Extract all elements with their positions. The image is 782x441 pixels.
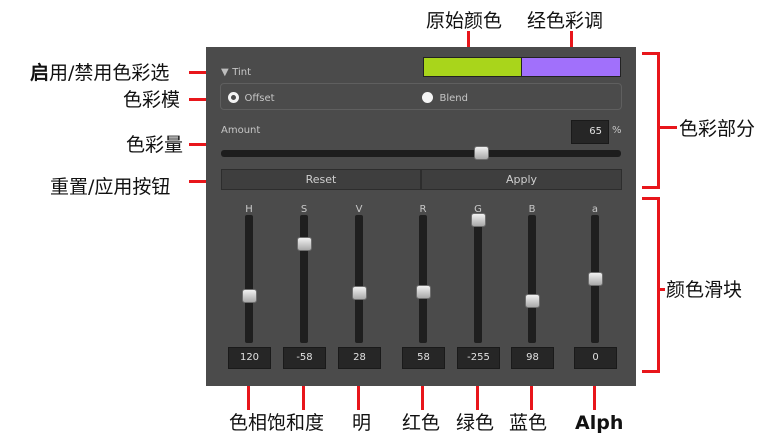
slider-b-label: B — [528, 204, 536, 215]
slider-h-track[interactable] — [245, 215, 253, 343]
amount-slider-track[interactable] — [221, 150, 621, 157]
green-annotation: 绿色 — [456, 412, 495, 434]
slider-a-value-field[interactable]: 0 — [574, 347, 617, 369]
tint-section-annotation: 色彩部分 — [679, 118, 756, 140]
slider-b-value-field[interactable]: 98 — [511, 347, 554, 369]
color-sliders-annotation: 颜色滑块 — [666, 279, 743, 301]
tinted-color-swatch — [522, 57, 621, 77]
amount-percent: % — [612, 125, 622, 136]
reset-button[interactable]: Reset — [221, 169, 421, 190]
slider-r-track[interactable] — [419, 215, 427, 343]
slider-h-label: H — [245, 204, 253, 215]
offset-radio-selected-icon — [228, 92, 239, 103]
red-annotation: 红色 — [402, 412, 441, 434]
tint-bracket-bottom — [642, 186, 660, 189]
original-color-swatch — [423, 57, 522, 77]
enable-tint-annotation-bold: 启 — [30, 62, 50, 84]
slider-r-value-field[interactable]: 58 — [402, 347, 445, 369]
slider-h-handle[interactable] — [242, 288, 257, 303]
enable-tint-annotation: 启用/禁用色彩选 — [30, 62, 169, 84]
color-panel: ▼ Tint Offset Blend Amount 65 % Reset Ap… — [206, 47, 636, 386]
slider-a-label: a — [591, 204, 599, 215]
sliders-bracket-arrow — [657, 288, 665, 291]
enable-tint-annotation-rest: 用/禁用色彩选 — [49, 62, 170, 84]
tint-bracket-arrow — [657, 126, 677, 129]
sliders-bracket-bottom — [642, 370, 660, 373]
slider-s-handle[interactable] — [297, 237, 312, 252]
tint-mode-group — [220, 83, 622, 110]
slider-b-handle[interactable] — [525, 293, 540, 308]
apply-button[interactable]: Apply — [421, 169, 622, 190]
slider-s-track[interactable] — [300, 215, 308, 343]
tint-color-annotation: 经色彩调 — [527, 10, 604, 32]
alpha-annotation: Alph — [575, 412, 624, 434]
tint-amount-annotation: 色彩量 — [126, 134, 184, 156]
slider-b-track[interactable] — [528, 215, 536, 343]
slider-g-track[interactable] — [474, 215, 482, 343]
tint-bracket-v — [657, 52, 660, 189]
blue-annotation: 蓝色 — [509, 412, 548, 434]
slider-v-track[interactable] — [355, 215, 363, 343]
tint-mode-annotation: 色彩模 — [123, 89, 181, 111]
blend-label: Blend — [439, 93, 468, 104]
slider-g-value-field[interactable]: -255 — [457, 347, 500, 369]
slider-v-handle[interactable] — [352, 286, 367, 301]
slider-s-label: S — [300, 204, 308, 215]
slider-s-value-field[interactable]: -58 — [283, 347, 326, 369]
slider-r-label: R — [419, 204, 427, 215]
amount-field[interactable]: 65 — [571, 120, 609, 144]
blend-radio-icon — [422, 92, 433, 103]
tint-toggle[interactable]: ▼ Tint — [221, 65, 251, 78]
slider-v-label: V — [355, 204, 363, 215]
amount-slider-handle[interactable] — [474, 146, 489, 160]
offset-radio[interactable]: Offset — [228, 91, 275, 104]
amount-label: Amount — [221, 125, 261, 136]
triangle-down-icon: ▼ — [221, 67, 229, 78]
blend-radio[interactable]: Blend — [422, 91, 468, 104]
original-color-annotation: 原始颜色 — [426, 10, 503, 32]
sliders-bracket-v — [657, 197, 660, 373]
hue-saturation-annotation: 色相饱和度 — [229, 412, 325, 434]
slider-a-handle[interactable] — [588, 272, 603, 286]
tint-label: Tint — [232, 67, 252, 78]
value-annotation: 明 — [352, 412, 372, 434]
offset-label: Offset — [244, 93, 275, 104]
slider-v-value-field[interactable]: 28 — [338, 347, 381, 369]
slider-g-handle[interactable] — [471, 213, 486, 228]
slider-h-value-field[interactable]: 120 — [228, 347, 271, 369]
reset-apply-annotation: 重置/应用按钮 — [50, 176, 171, 198]
slider-r-handle[interactable] — [416, 284, 431, 299]
